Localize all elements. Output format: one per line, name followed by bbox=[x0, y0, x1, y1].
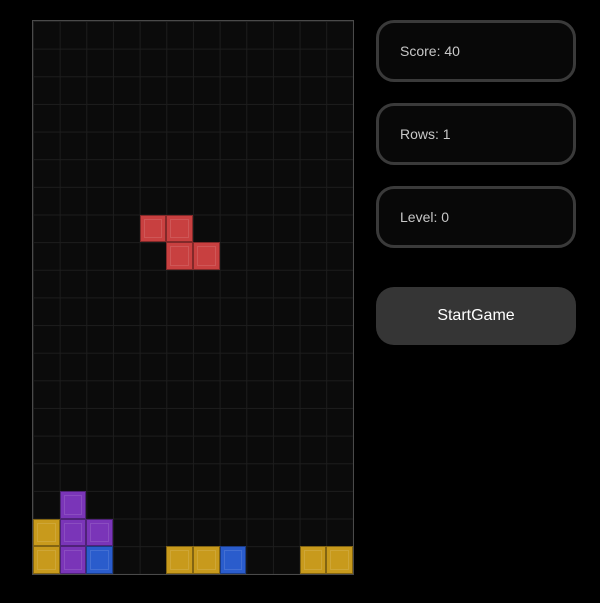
tetris-game: Score: 40 Rows: 1 Level: 0 StartGame bbox=[0, 0, 600, 603]
settled-block bbox=[326, 546, 353, 574]
settled-block bbox=[193, 546, 220, 574]
active-piece-block bbox=[166, 242, 193, 270]
game-board[interactable] bbox=[32, 20, 354, 575]
score-label: Score: 40 bbox=[400, 43, 460, 59]
level-label: Level: 0 bbox=[400, 209, 450, 225]
settled-block bbox=[59, 491, 87, 519]
settled-block bbox=[33, 518, 60, 547]
settled-block bbox=[166, 546, 193, 574]
settled-block bbox=[59, 518, 87, 547]
active-piece-block bbox=[166, 214, 193, 243]
settled-block bbox=[33, 546, 60, 574]
active-piece-block bbox=[193, 242, 220, 270]
rows-panel: Rows: 1 bbox=[376, 103, 576, 165]
settled-block bbox=[86, 518, 113, 547]
score-panel: Score: 40 bbox=[376, 20, 576, 82]
settled-block bbox=[59, 546, 87, 574]
start-game-button[interactable]: StartGame bbox=[376, 287, 576, 345]
settled-block bbox=[219, 546, 247, 574]
rows-label: Rows: 1 bbox=[400, 126, 451, 142]
settled-block bbox=[86, 546, 113, 574]
active-piece-block bbox=[139, 214, 167, 243]
settled-block bbox=[299, 546, 327, 574]
level-panel: Level: 0 bbox=[376, 186, 576, 248]
